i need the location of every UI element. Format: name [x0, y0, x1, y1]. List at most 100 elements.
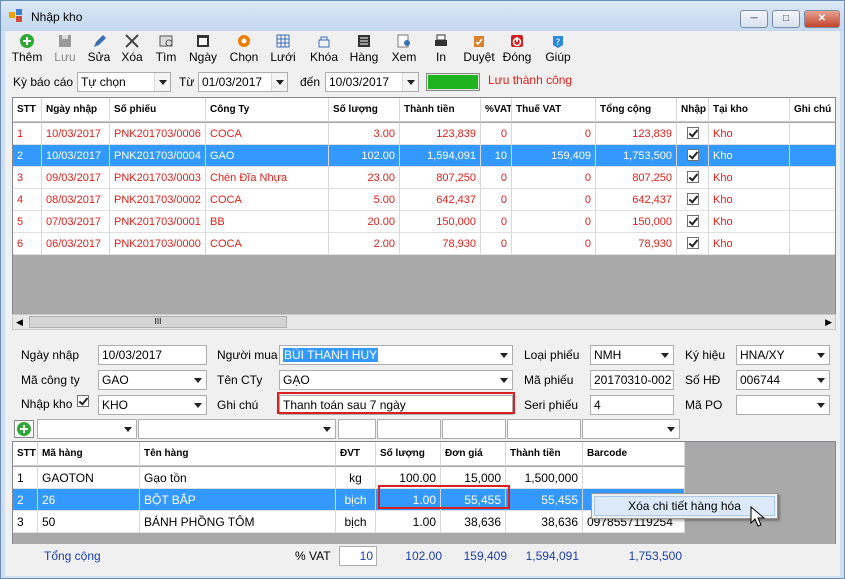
filter-don-gia[interactable]	[442, 419, 506, 439]
receipt-cell	[677, 123, 709, 145]
receipts-col-header[interactable]: Ngày nhập	[42, 98, 110, 122]
receipt-row[interactable]: 2 10/03/2017 PNK201703/0004 GAO 102.00 1,594,…	[13, 145, 835, 167]
loai-phieu-select[interactable]: NMH	[590, 345, 674, 365]
toolbar-button-label: Chọn	[229, 50, 259, 64]
toolbar-button-label: Đóng	[502, 50, 532, 64]
filter-so-luong[interactable]	[377, 419, 441, 439]
detail-row[interactable]: 3 50 BÁNH PHỒNG TÔM bịch 1.00 38,636 38,636 097…	[13, 511, 685, 533]
receipt-cell: 5	[13, 211, 42, 233]
ma-cty-select[interactable]: GAO	[98, 370, 207, 390]
receipt-cell: GAO	[206, 145, 329, 167]
receipt-row[interactable]: 6 06/03/2017 PNK201703/0000 COCA 2.00 78,930 0…	[13, 233, 835, 255]
receipt-row[interactable]: 1 10/03/2017 PNK201703/0006 COCA 3.00 123,839…	[13, 123, 835, 145]
ma-phieu-label: Mã phiếu	[524, 373, 574, 387]
vat-input[interactable]: 10	[339, 546, 377, 566]
filter-thanh-tien[interactable]	[507, 419, 581, 439]
receipts-col-header[interactable]: Nhập	[677, 98, 709, 122]
details-col-header[interactable]: Thành tiền	[506, 442, 583, 466]
ngay-nhap-input[interactable]: 10/03/2017	[98, 345, 207, 365]
ghi-chu-highlight	[277, 392, 515, 414]
so-hd-select[interactable]: 006744	[736, 370, 830, 390]
ky-hieu-select[interactable]: HNA/XY	[736, 345, 830, 365]
toolbar-button-save[interactable]: Lưu	[51, 33, 79, 64]
receipts-grid-header: STT Ngày nhập Số phiếu Công Ty Số lượng Thành…	[13, 98, 835, 122]
receipt-row[interactable]: 5 07/03/2017 PNK201703/0001 BB 20.00 150,000 0…	[13, 211, 835, 233]
toolbar-button-goods[interactable]: Hàng	[347, 33, 381, 64]
close-button[interactable]: ✕	[804, 10, 840, 28]
receipts-col-header[interactable]: STT	[13, 98, 42, 122]
nhap-checkbox[interactable]	[686, 127, 699, 139]
kho-select[interactable]: KHO	[98, 395, 207, 415]
filter-dvt[interactable]	[338, 419, 376, 439]
receipts-col-header[interactable]: Ghi chú	[790, 98, 835, 122]
maximize-button[interactable]: □	[772, 10, 800, 28]
nhap-checkbox[interactable]	[686, 171, 699, 183]
toolbar-button-approve[interactable]: Duyệt	[461, 33, 497, 64]
nhap-checkbox[interactable]	[686, 193, 699, 205]
add-icon	[17, 422, 31, 436]
toolbar-button-power[interactable]: Đóng	[499, 33, 535, 64]
from-date-picker[interactable]: 01/03/2017	[198, 72, 288, 92]
scroll-thumb[interactable]: III	[29, 316, 287, 328]
period-select[interactable]: Tự chọn	[77, 72, 171, 92]
details-col-header[interactable]: STT	[13, 442, 38, 466]
loai-phieu-value: NMH	[594, 348, 622, 362]
to-date-picker[interactable]: 10/03/2017	[325, 72, 419, 92]
toolbar-button-find[interactable]: Tìm	[151, 33, 181, 64]
filter-ten-hang[interactable]	[138, 419, 336, 439]
receipts-col-header[interactable]: Số phiếu	[110, 98, 206, 122]
receipts-col-header[interactable]: Thành tiền	[400, 98, 481, 122]
receipts-col-header[interactable]: Số lượng	[329, 98, 400, 122]
receipt-cell: 0	[512, 123, 596, 145]
nhap-kho-checkbox[interactable]	[77, 395, 89, 407]
toolbar-button-calendar[interactable]: Ngày	[187, 33, 219, 64]
nhap-checkbox[interactable]	[686, 149, 699, 161]
nguoi-mua-select[interactable]: BÙI THANH HUY	[279, 345, 513, 365]
toolbar-button-label: Sửa	[87, 50, 111, 64]
filter-barcode[interactable]	[582, 419, 680, 439]
receipts-col-header[interactable]: %VAT	[481, 98, 512, 122]
detail-row[interactable]: 2 26 BỘT BẮP bịch 1.00 55,455 55,455	[13, 489, 685, 511]
receipts-col-header[interactable]: Tổng cộng	[596, 98, 677, 122]
filter-ma-hang[interactable]	[37, 419, 137, 439]
detail-row[interactable]: 1 GAOTON Gạo tồn kg 100.00 15,000 1,500,000	[13, 467, 685, 489]
minimize-button[interactable]: ─	[740, 10, 768, 28]
qty-total: 102.00	[405, 549, 442, 563]
delete-detail-menu-item[interactable]: Xóa chi tiết hàng hóa	[594, 496, 775, 516]
ten-cty-select[interactable]: GẠO	[279, 370, 513, 390]
toolbar-button-edit[interactable]: Sửa	[85, 33, 113, 64]
details-col-header[interactable]: Số lượng	[376, 442, 441, 466]
totals-row: Tổng cộng % VAT 10 102.00 159,409 1,594,…	[12, 544, 836, 568]
ma-po-select[interactable]	[736, 395, 830, 415]
toolbar-button-preview[interactable]: Xem	[387, 33, 421, 64]
receipt-row[interactable]: 3 09/03/2017 PNK201703/0003 Chén Đĩa Nhựa 23…	[13, 167, 835, 189]
add-detail-button[interactable]	[14, 420, 34, 438]
receipts-col-header[interactable]: Công Ty	[206, 98, 329, 122]
toolbar-button-lock[interactable]: Khóa	[307, 33, 341, 64]
scroll-right-icon[interactable]: ▶	[825, 317, 832, 328]
details-col-header[interactable]: Mã hàng	[38, 442, 140, 466]
nhap-checkbox[interactable]	[686, 237, 699, 249]
receipts-hscrollbar[interactable]: ◀ III ▶	[12, 314, 836, 330]
toolbar-button-help[interactable]: ? Giúp	[541, 33, 575, 64]
toolbar-button-gear[interactable]: Chọn	[227, 33, 261, 64]
receipt-cell: 0	[481, 233, 512, 255]
toolbar-button-print[interactable]: In	[429, 33, 453, 64]
scroll-left-icon[interactable]: ◀	[16, 317, 23, 328]
details-col-header[interactable]: Tên hàng	[140, 442, 336, 466]
details-col-header[interactable]: Đơn giá	[441, 442, 506, 466]
receipt-row[interactable]: 4 08/03/2017 PNK201703/0002 COCA 5.00 642,437…	[13, 189, 835, 211]
toolbar-button-delete[interactable]: Xóa	[117, 33, 147, 64]
seri-input[interactable]: 4	[590, 395, 674, 415]
ma-phieu-input[interactable]: 20170310-002	[590, 370, 674, 390]
details-col-header[interactable]: Barcode	[583, 442, 685, 466]
edit-icon	[94, 35, 106, 47]
toolbar-button-grid[interactable]: Lưới	[267, 33, 299, 64]
receipts-col-header[interactable]: Thuế VAT	[512, 98, 596, 122]
receipt-cell: 642,437	[400, 189, 481, 211]
nhap-checkbox[interactable]	[686, 215, 699, 227]
toolbar-button-add[interactable]: Thêm	[11, 33, 43, 64]
details-col-header[interactable]: ĐVT	[336, 442, 376, 466]
seri-label: Seri phiếu	[524, 398, 579, 412]
receipts-col-header[interactable]: Tại kho	[709, 98, 790, 122]
